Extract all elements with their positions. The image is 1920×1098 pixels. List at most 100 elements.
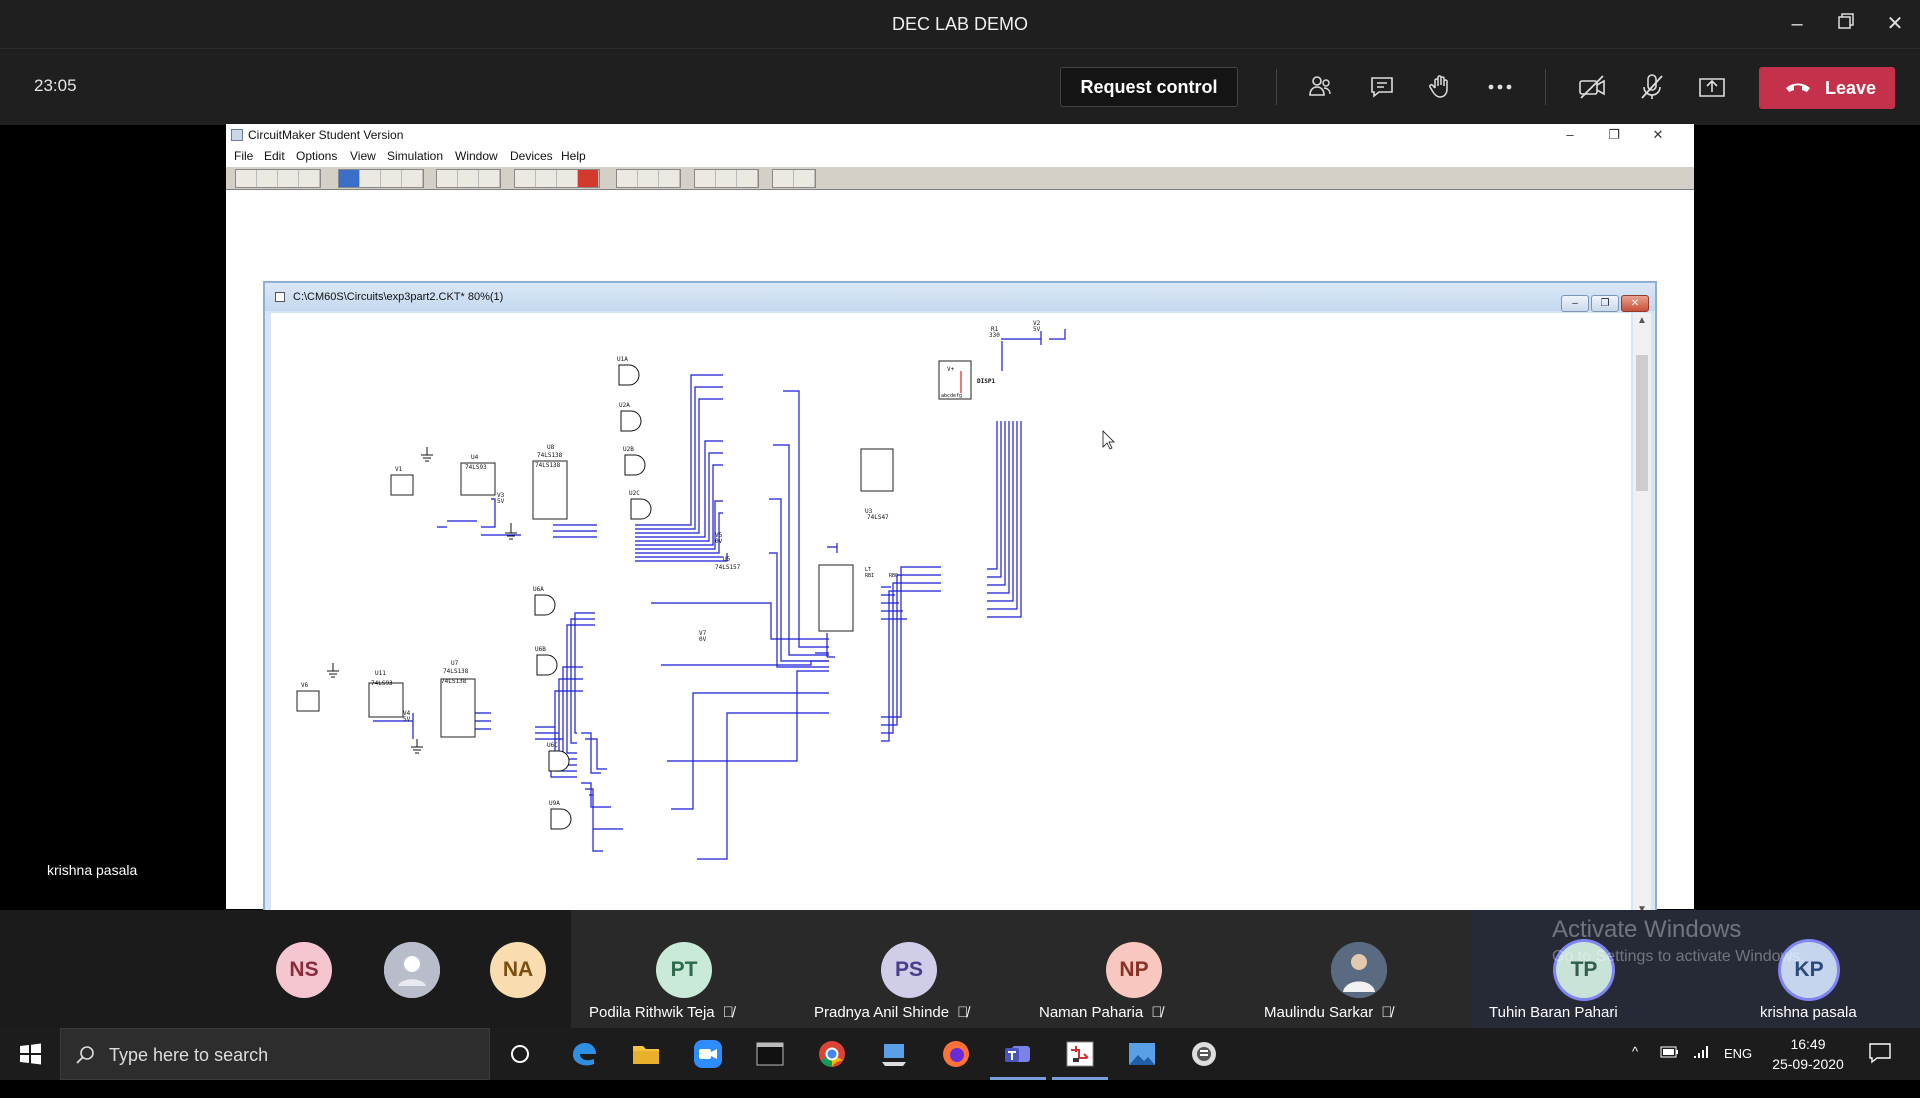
teams-app-icon[interactable]: [990, 1038, 1046, 1080]
taskbar-clock[interactable]: 16:49 25-09-2020: [1763, 1034, 1853, 1074]
file-explorer-icon[interactable]: [630, 1038, 662, 1070]
schematic-minimize-icon[interactable]: –: [1561, 295, 1589, 312]
activate-windows-watermark: Activate Windows Go to Settings to activ…: [1552, 916, 1805, 966]
minimize-button[interactable]: –: [1782, 10, 1812, 38]
cm-close-icon[interactable]: ✕: [1636, 124, 1680, 146]
participant-tile[interactable]: NA: [458, 910, 570, 1028]
cm-restore-icon[interactable]: ❐: [1592, 124, 1636, 146]
camera-off-icon[interactable]: [1576, 71, 1608, 103]
menu-edit[interactable]: Edit: [264, 149, 285, 163]
file-tools[interactable]: [235, 169, 321, 188]
avatar: NS: [276, 942, 332, 998]
avatar: [1331, 942, 1387, 998]
vertical-scrollbar[interactable]: ▲ ▼: [1633, 313, 1651, 917]
document-icon: [275, 292, 285, 302]
u8-part: 74LS138: [537, 452, 563, 459]
taskbar-search-box[interactable]: Type here to search: [60, 1028, 490, 1080]
u8-label: U8: [547, 444, 555, 451]
participant-name: Podila Rithwik Teja 🎙̸: [589, 1004, 734, 1021]
notifications-icon[interactable]: [1868, 1042, 1892, 1094]
scroll-up-icon[interactable]: ▲: [1633, 315, 1651, 326]
participant-tile[interactable]: [354, 910, 458, 1028]
v3-value: 5V: [497, 498, 505, 505]
avatar: NA: [490, 942, 546, 998]
menu-help[interactable]: Help: [561, 149, 586, 163]
command-prompt-icon[interactable]: [754, 1038, 786, 1070]
participants-icon[interactable]: [1304, 71, 1336, 103]
cm-minimize-icon[interactable]: –: [1548, 124, 1592, 146]
u6b-label: U6B: [535, 646, 546, 653]
menu-window[interactable]: Window: [455, 149, 498, 163]
participant-tile[interactable]: PT Podila Rithwik Teja 🎙̸: [571, 910, 796, 1028]
microphone-off-icon[interactable]: [1636, 71, 1668, 103]
app-icon[interactable]: [1188, 1038, 1220, 1070]
vertical-scroll-thumb[interactable]: [1636, 355, 1648, 491]
u7-label: U7: [451, 660, 459, 667]
edge-browser-icon[interactable]: [568, 1038, 600, 1070]
u4-label: U4: [471, 454, 479, 461]
wifi-icon[interactable]: [1692, 1044, 1712, 1096]
u7-part-2: 74LS138: [441, 678, 467, 685]
help-tools[interactable]: [772, 169, 816, 188]
circuitmaker-toolbar: [226, 166, 1694, 190]
leave-button[interactable]: Leave: [1759, 67, 1895, 109]
v4-value: 5V: [403, 716, 411, 723]
remote-desktop-icon[interactable]: [878, 1038, 910, 1070]
u6c-label: U6C: [547, 742, 558, 749]
restore-button[interactable]: [1831, 10, 1861, 38]
clock-time: 16:49: [1790, 1036, 1826, 1052]
language-indicator[interactable]: ENG: [1724, 1046, 1752, 1098]
raise-hand-icon[interactable]: [1424, 71, 1456, 103]
participant-name: Tuhin Baran Pahari: [1489, 1004, 1618, 1021]
edit-tools[interactable]: [338, 169, 424, 188]
leave-label: Leave: [1825, 78, 1877, 98]
show-hidden-icons-icon[interactable]: ^: [1632, 1044, 1638, 1096]
watermark-subtitle: Go to Settings to activate Windows.: [1552, 948, 1805, 965]
participant-name: Pradnya Anil Shinde 🎙̸: [814, 1004, 969, 1021]
schematic-close-icon[interactable]: ✕: [1621, 295, 1649, 312]
battery-icon[interactable]: [1660, 1045, 1680, 1097]
share-screen-icon[interactable]: [1696, 71, 1728, 103]
photos-app-icon[interactable]: [1126, 1038, 1158, 1070]
menu-file[interactable]: File: [234, 149, 253, 163]
schematic-canvas[interactable]: R1 330 V2 5V V+ abcdefg DISP1 U1A U2A U2…: [271, 313, 1631, 917]
close-button[interactable]: ✕: [1880, 10, 1910, 38]
circuitmaker-app-icon[interactable]: [1052, 1038, 1108, 1080]
firefox-browser-icon[interactable]: [940, 1038, 972, 1070]
u5-part: 74LS157: [715, 564, 741, 571]
u8-part-2: 74LS138: [535, 462, 561, 469]
chrome-browser-icon[interactable]: [816, 1038, 848, 1070]
chat-icon[interactable]: [1366, 71, 1398, 103]
menu-options[interactable]: Options: [296, 149, 337, 163]
schematic-window: C:\CM60S\Circuits\exp3part2.CKT* 80%(1) …: [263, 281, 1657, 951]
menu-view[interactable]: View: [350, 149, 376, 163]
participant-tile[interactable]: NS: [250, 910, 354, 1028]
participant-tile[interactable]: NP Naman Paharia 🎙̸: [1021, 910, 1246, 1028]
u11-label: U11: [375, 670, 386, 677]
participant-name: Maulindu Sarkar 🎙̸: [1264, 1004, 1393, 1021]
analysis-tools[interactable]: [694, 169, 759, 188]
probe-tools[interactable]: [616, 169, 681, 188]
v7-value: 0V: [699, 636, 707, 643]
u4-part: 74LS93: [465, 464, 487, 471]
participant-tile[interactable]: Maulindu Sarkar 🎙̸: [1246, 910, 1471, 1028]
avatar: [384, 942, 440, 998]
menu-devices[interactable]: Devices: [510, 149, 553, 163]
clock-date: 25-09-2020: [1772, 1056, 1844, 1072]
disp-label: DISP1: [977, 378, 995, 385]
participant-name: krishna pasala: [1760, 1004, 1857, 1021]
u2c-label: U2C: [629, 490, 640, 497]
u3-rbi: RBI: [865, 573, 874, 579]
request-control-button[interactable]: Request control: [1060, 67, 1238, 107]
schematic-restore-icon[interactable]: ❐: [1591, 295, 1619, 312]
more-options-icon[interactable]: [1484, 71, 1516, 103]
simulation-tools[interactable]: [514, 169, 600, 188]
avatar: NP: [1106, 942, 1162, 998]
menu-simulation[interactable]: Simulation: [387, 149, 443, 163]
avatar: PT: [656, 942, 712, 998]
zoom-app-icon[interactable]: [692, 1038, 724, 1070]
task-view-icon[interactable]: [504, 1038, 536, 1070]
zoom-tools[interactable]: [436, 169, 501, 188]
windows-start-icon[interactable]: [14, 1038, 46, 1070]
participant-tile[interactable]: PS Pradnya Anil Shinde 🎙̸: [796, 910, 1021, 1028]
